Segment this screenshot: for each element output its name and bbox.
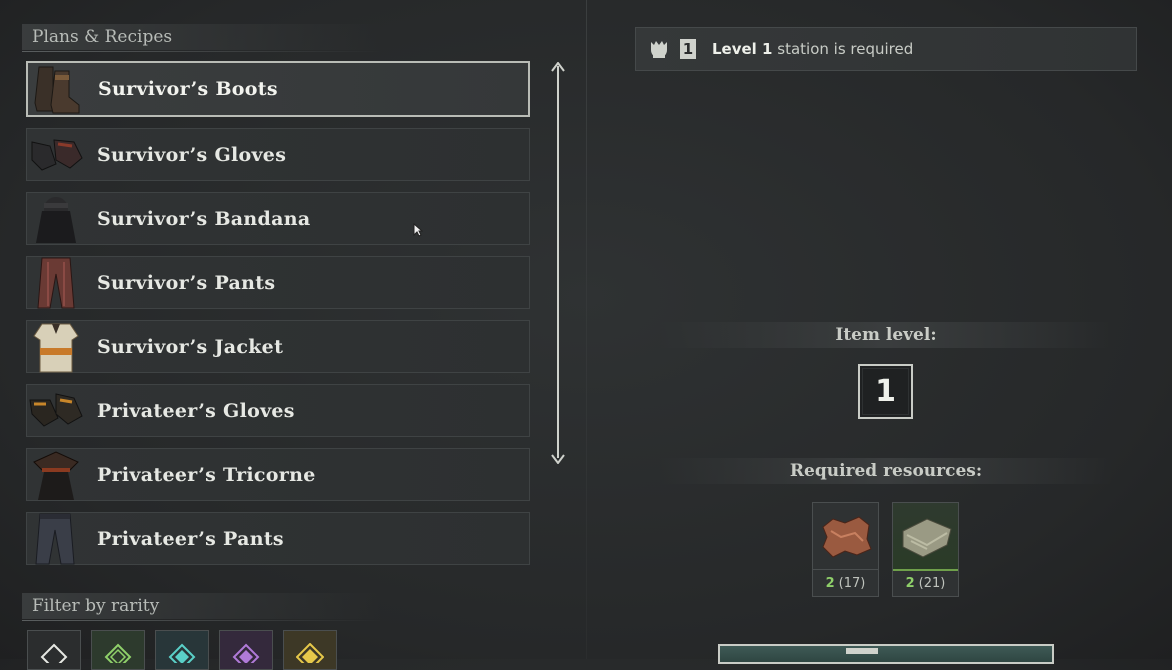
recipe-survivors-pants[interactable]: Survivor’s Pants xyxy=(26,256,530,309)
diamond-icon xyxy=(296,643,324,663)
filter-by-rarity-header: Filter by rarity xyxy=(22,593,382,621)
station-requirement-suffix: station is required xyxy=(777,40,914,58)
rarity-filter-row xyxy=(27,630,337,670)
recipe-survivors-jacket[interactable]: Survivor’s Jacket xyxy=(26,320,530,373)
resource-required: 2 xyxy=(905,576,915,591)
diamond-icon xyxy=(232,643,260,663)
recipe-label: Privateer’s Pants xyxy=(97,527,284,550)
resource-required: 2 xyxy=(825,575,835,591)
recipe-label: Privateer’s Tricorne xyxy=(97,463,316,486)
scrollbar-track[interactable] xyxy=(557,66,559,458)
rarity-filter-uncommon[interactable] xyxy=(91,630,145,670)
item-level-label: Item level: xyxy=(660,322,1112,348)
resource-count: 2 (21) xyxy=(893,571,958,596)
recipe-privateers-tricorne[interactable]: Privateer’s Tricorne xyxy=(26,448,530,501)
diamond-icon xyxy=(104,643,132,663)
craft-button-indicator xyxy=(846,648,878,654)
recipe-survivors-bandana[interactable]: Survivor’s Bandana xyxy=(26,192,530,245)
diamond-icon xyxy=(168,643,196,663)
jacket-icon xyxy=(27,320,85,374)
station-requirement-text: Level 1 station is required xyxy=(712,40,913,58)
recipe-label: Survivor’s Boots xyxy=(98,78,278,100)
scroll-down-arrow-icon[interactable] xyxy=(551,454,565,464)
resource-cloth[interactable]: 2 (21) xyxy=(892,502,959,597)
craft-button[interactable] xyxy=(718,644,1054,664)
crafting-station-icon xyxy=(651,41,667,58)
recipe-label: Survivor’s Gloves xyxy=(97,143,287,166)
required-resources-label: Required resources: xyxy=(660,458,1112,484)
diamond-icon xyxy=(40,643,68,663)
pants-icon xyxy=(27,512,85,566)
station-requirement: 1 Level 1 station is required xyxy=(635,27,1137,71)
plans-recipes-header: Plans & Recipes xyxy=(22,24,382,52)
resource-count: 2 (17) xyxy=(813,570,878,596)
recipe-label: Survivor’s Jacket xyxy=(97,335,284,358)
mouse-cursor-icon xyxy=(413,223,423,237)
recipe-survivors-boots[interactable]: Survivor’s Boots xyxy=(26,61,530,117)
bandana-icon xyxy=(27,192,85,246)
resource-hide[interactable]: 2 (17) xyxy=(812,502,879,597)
station-level-text: Level 1 xyxy=(712,40,773,58)
rarity-filter-rare[interactable] xyxy=(155,630,209,670)
recipe-list: Survivor’s Boots Survivor’s Gloves Survi… xyxy=(26,61,530,576)
resource-owned: (21) xyxy=(918,576,946,591)
rarity-filter-common[interactable] xyxy=(27,630,81,670)
boots-icon xyxy=(28,62,86,116)
recipe-label: Survivor’s Bandana xyxy=(97,207,311,230)
resource-owned: (17) xyxy=(838,575,866,591)
recipe-privateers-gloves[interactable]: Privateer’s Gloves xyxy=(26,384,530,437)
item-level-value: 1 xyxy=(858,364,913,419)
hide-icon xyxy=(813,503,878,570)
recipe-privateers-pants[interactable]: Privateer’s Pants xyxy=(26,512,530,565)
required-resources-list: 2 (17) 2 (21) xyxy=(812,502,959,597)
recipe-label: Privateer’s Gloves xyxy=(97,399,295,422)
station-level-badge: 1 xyxy=(680,39,696,59)
rarity-filter-legendary[interactable] xyxy=(283,630,337,670)
panel-divider xyxy=(586,0,587,659)
pants-icon xyxy=(27,256,85,310)
recipe-label: Survivor’s Pants xyxy=(97,271,276,294)
gloves-icon xyxy=(27,384,85,438)
recipe-survivors-gloves[interactable]: Survivor’s Gloves xyxy=(26,128,530,181)
cloth-icon xyxy=(893,503,958,571)
gloves-icon xyxy=(27,128,85,182)
tricorne-hat-icon xyxy=(27,448,85,502)
rarity-filter-epic[interactable] xyxy=(219,630,273,670)
